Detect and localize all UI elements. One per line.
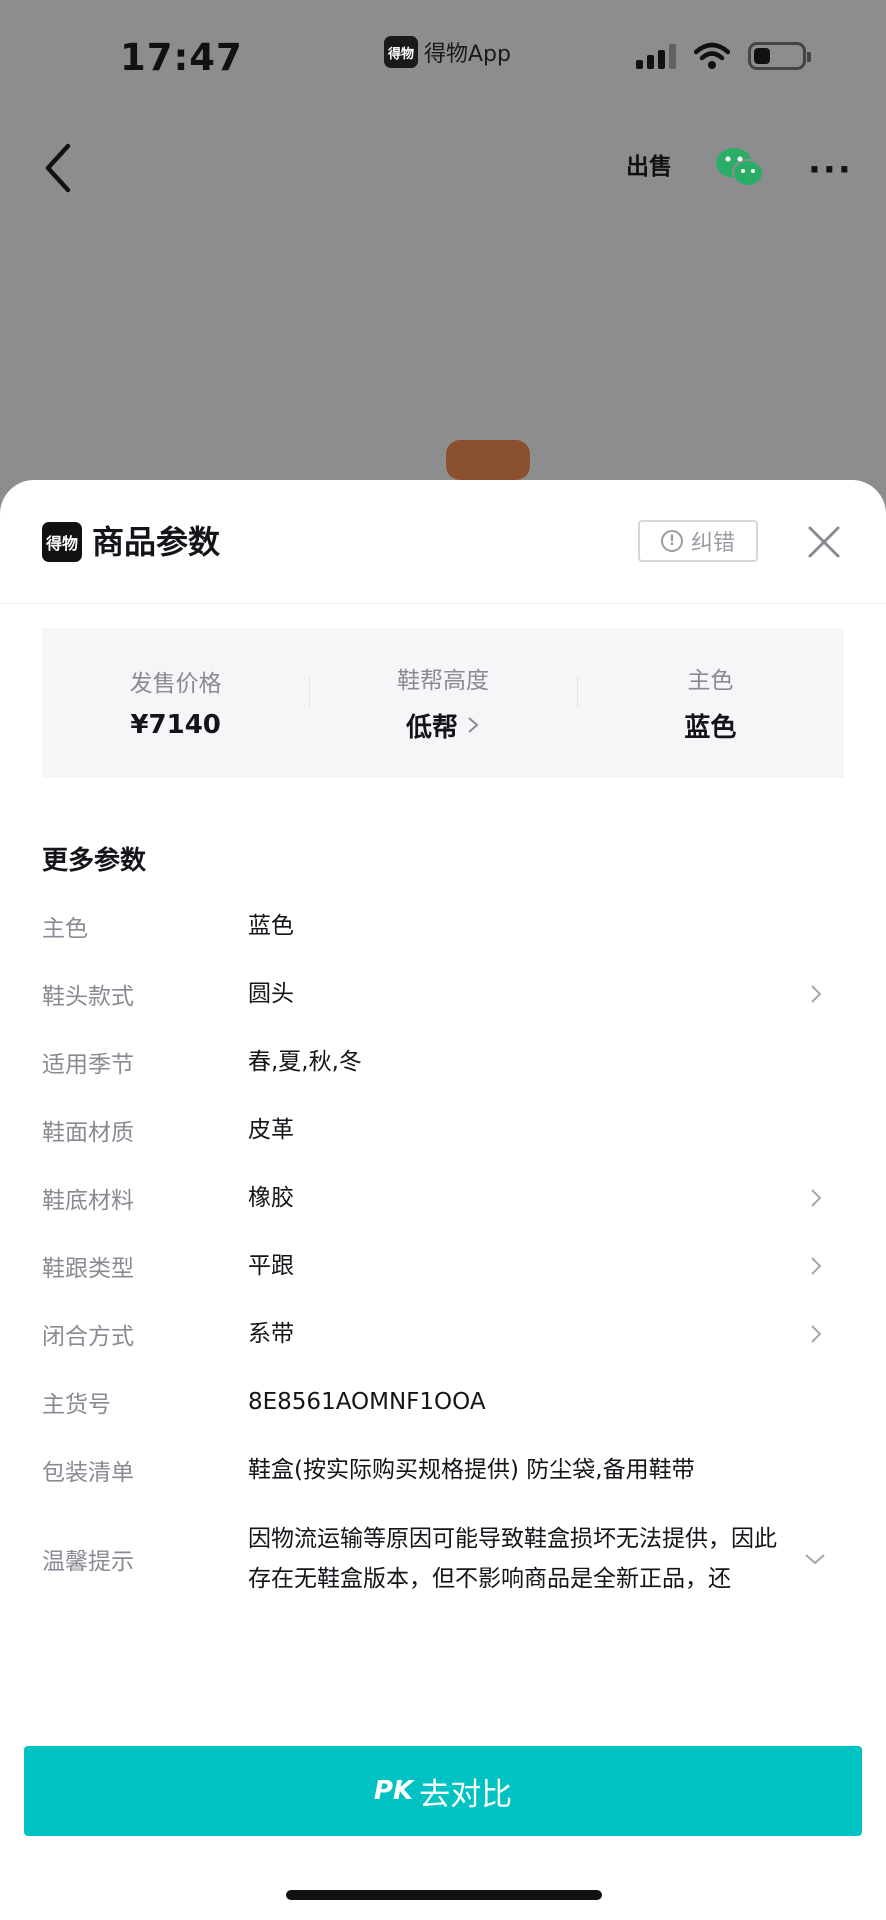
wechat-share-icon[interactable] bbox=[714, 143, 766, 193]
more-params-title: 更多参数 bbox=[42, 846, 147, 876]
sheet-title: 商品参数 bbox=[92, 523, 221, 561]
close-icon[interactable] bbox=[806, 524, 842, 560]
alert-circle-icon: ! bbox=[660, 530, 683, 552]
brand-logo-icon: 得物 bbox=[42, 522, 82, 562]
param-row[interactable]: 鞋底材料 橡胶 bbox=[42, 1164, 844, 1232]
summary-price: 发售价格 ¥7140 bbox=[42, 666, 309, 740]
status-bar: 17:47 得物 得物App bbox=[0, 0, 886, 110]
home-indicator[interactable] bbox=[286, 1890, 602, 1900]
param-row: 鞋面材质 皮革 bbox=[42, 1096, 844, 1164]
chevron-right-icon bbox=[811, 1189, 822, 1207]
param-row[interactable]: 鞋头款式 圆头 bbox=[42, 960, 844, 1028]
product-image bbox=[446, 440, 530, 480]
param-value: 平跟 bbox=[248, 1253, 294, 1279]
back-arrow-icon[interactable] bbox=[38, 138, 78, 198]
param-value: 皮革 bbox=[248, 1117, 294, 1143]
pk-compare-button[interactable]: PK 去对比 bbox=[24, 1746, 862, 1836]
param-label: 鞋面材质 bbox=[42, 1120, 134, 1146]
app-name: 得物App bbox=[424, 42, 511, 67]
summary-label: 主色 bbox=[687, 667, 734, 694]
pk-badge: PK bbox=[373, 1776, 414, 1806]
sell-button[interactable]: 出售 bbox=[626, 145, 674, 193]
battery-icon bbox=[748, 42, 811, 70]
param-label: 包装清单 bbox=[42, 1460, 134, 1486]
sheet-header: 得物 商品参数 ! 纠错 bbox=[0, 480, 886, 604]
chevron-down-icon[interactable] bbox=[804, 1553, 826, 1565]
param-value: 春,夏,秋,冬 bbox=[248, 1049, 362, 1075]
param-label: 鞋跟类型 bbox=[42, 1256, 134, 1282]
chevron-right-icon bbox=[811, 985, 822, 1003]
param-label: 闭合方式 bbox=[42, 1324, 134, 1350]
param-value: 鞋盒(按实际购买规格提供) 防尘袋,备用鞋带 bbox=[248, 1457, 695, 1483]
param-label: 温馨提示 bbox=[42, 1549, 134, 1575]
summary-label: 发售价格 bbox=[129, 671, 222, 697]
param-label: 主色 bbox=[42, 916, 88, 942]
summary-upper-height[interactable]: 鞋帮高度 低帮 bbox=[309, 663, 576, 744]
report-error-label: 纠错 bbox=[690, 531, 735, 556]
param-label: 适用季节 bbox=[42, 1052, 134, 1078]
summary-value: 低帮 bbox=[406, 707, 480, 744]
param-value: 圆头 bbox=[248, 981, 294, 1007]
product-params-sheet: 得物 商品参数 ! 纠错 发售价格 ¥7140 鞋帮高度 低帮 主色 蓝色 更多… bbox=[0, 480, 886, 1920]
chevron-right-icon bbox=[811, 1325, 822, 1343]
param-value: 橡胶 bbox=[248, 1185, 294, 1211]
summary-label: 鞋帮高度 bbox=[396, 667, 489, 694]
app-indicator: 得物 得物App bbox=[384, 36, 511, 68]
param-value: 系带 bbox=[248, 1321, 294, 1347]
param-label: 鞋头款式 bbox=[42, 984, 134, 1010]
pk-compare-label: 去对比 bbox=[419, 1776, 513, 1813]
param-value: 蓝色 bbox=[248, 913, 294, 939]
summary-main-color: 主色 蓝色 bbox=[576, 663, 844, 744]
param-row: 包装清单 鞋盒(按实际购买规格提供) 防尘袋,备用鞋带 bbox=[42, 1436, 844, 1504]
chevron-right-icon bbox=[811, 1257, 822, 1275]
param-row: 主货号 8E8561AOMNF1OOA bbox=[42, 1368, 844, 1436]
summary-value: 蓝色 bbox=[684, 712, 737, 743]
param-row[interactable]: 温馨提示 因物流运输等原因可能导致鞋盒损坏无法提供，因此存在无鞋盒版本，但不影响… bbox=[42, 1504, 844, 1614]
app-logo-icon: 得物 bbox=[384, 36, 418, 68]
param-row[interactable]: 闭合方式 系带 bbox=[42, 1300, 844, 1368]
summary-box: 发售价格 ¥7140 鞋帮高度 低帮 主色 蓝色 bbox=[42, 628, 844, 778]
param-value: 因物流运输等原因可能导致鞋盒损坏无法提供，因此存在无鞋盒版本，但不影响商品是全新… bbox=[248, 1526, 777, 1592]
param-value: 8E8561AOMNF1OOA bbox=[248, 1389, 486, 1415]
chevron-right-icon bbox=[468, 717, 479, 733]
param-label: 主货号 bbox=[42, 1392, 111, 1418]
params-list: 主色 蓝色 鞋头款式 圆头 适用季节 春,夏,秋,冬 鞋面材质 皮革 鞋底材料 … bbox=[42, 892, 844, 1614]
status-time: 17:47 bbox=[120, 36, 243, 79]
wifi-icon bbox=[694, 42, 730, 69]
param-row: 主色 蓝色 bbox=[42, 892, 844, 960]
param-row[interactable]: 鞋跟类型 平跟 bbox=[42, 1232, 844, 1300]
more-options-icon[interactable]: ··· bbox=[808, 150, 853, 190]
param-row: 适用季节 春,夏,秋,冬 bbox=[42, 1028, 844, 1096]
status-icons bbox=[636, 42, 811, 70]
sell-label: 出售 bbox=[626, 154, 672, 180]
param-label: 鞋底材料 bbox=[42, 1188, 134, 1214]
report-error-button[interactable]: ! 纠错 bbox=[638, 520, 758, 562]
summary-value: ¥7140 bbox=[130, 710, 221, 740]
cellular-signal-icon bbox=[636, 43, 676, 69]
